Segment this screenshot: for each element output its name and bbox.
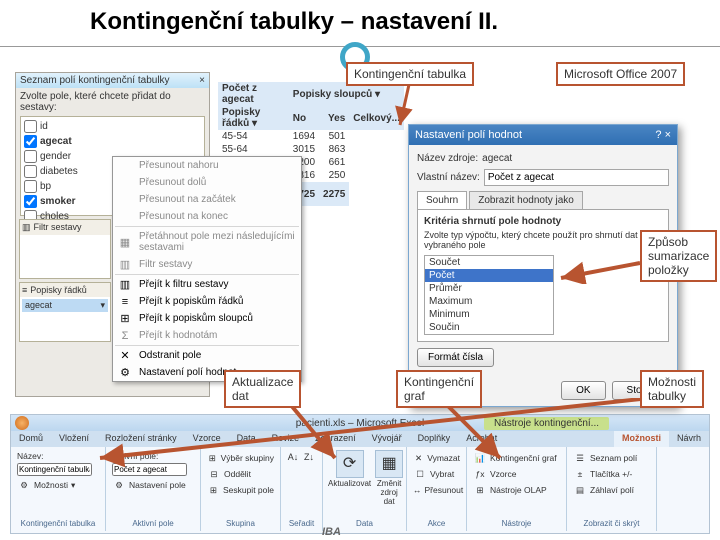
field-settings-button[interactable]: ⚙Nastavení pole <box>111 477 195 493</box>
group-field-button[interactable]: ⊞Seskupit pole <box>206 482 275 498</box>
fieldlist-prompt: Zvolte pole, které chcete přidat do sest… <box>16 88 209 116</box>
summary-function-list[interactable]: SoučetPočetPrůměrMaximumMinimumSoučin <box>424 255 554 335</box>
headers-toggle[interactable]: ▤Záhlaví polí <box>572 482 651 498</box>
menu-item[interactable]: ✕Odstranit pole <box>113 347 301 364</box>
number-format-button[interactable]: Formát čísla <box>417 348 494 367</box>
move-button[interactable]: ↔Přesunout <box>412 482 461 498</box>
callout-refresh: Aktualizace dat <box>224 370 301 408</box>
menu-icon: ✕ <box>117 348 133 364</box>
menu-item: ΣPřejít k hodnotám <box>113 327 301 344</box>
callout-office: Microsoft Office 2007 <box>556 62 685 86</box>
menu-icon: ⊞ <box>117 311 133 327</box>
field-row[interactable]: id <box>23 119 202 134</box>
menu-item: ▥Filtr sestavy <box>113 256 301 273</box>
footer-logo: IBA <box>322 526 341 538</box>
formula-icon: ƒx <box>473 467 487 481</box>
ribbon-tool-tab[interactable]: Návrh <box>669 431 709 447</box>
field-checkbox[interactable] <box>24 120 37 133</box>
tab-show-as[interactable]: Zobrazit hodnoty jako <box>469 191 583 209</box>
ribbon-tab[interactable]: Domů <box>11 431 51 447</box>
summary-function-option[interactable]: Minimum <box>425 308 553 321</box>
menu-icon <box>117 175 133 191</box>
summary-desc: Zvolte typ výpočtu, který chcete použít … <box>424 230 662 250</box>
area-rows[interactable]: ≡Popisky řádkůagecat▾ <box>19 282 111 342</box>
move-icon: ↔ <box>413 483 422 497</box>
menu-item: Přesunout dolů <box>113 174 301 191</box>
plusminus-icon: ± <box>573 467 587 481</box>
settings-icon: ⚙ <box>112 478 126 492</box>
olap-button[interactable]: ⊞Nástroje OLAP <box>472 482 561 498</box>
fieldlist-close-icon[interactable]: × <box>199 75 205 86</box>
summary-function-option[interactable]: Součet <box>425 256 553 269</box>
menu-icon: ▥ <box>117 257 133 273</box>
menu-item[interactable]: ▥Přejít k filtru sestavy <box>113 276 301 293</box>
dialog-close-icon[interactable]: × <box>665 129 671 141</box>
filter-icon: ▥ <box>22 222 31 233</box>
gear-icon: ⚙ <box>17 478 31 492</box>
field-checkbox[interactable] <box>24 195 37 208</box>
select-icon: ☐ <box>413 467 427 481</box>
menu-item[interactable]: ≡Přejít k popiskům řádků <box>113 293 301 310</box>
dialog-title: Nastavení polí hodnot <box>415 129 522 141</box>
src-value: agecat <box>482 153 512 164</box>
summary-section-label: Kritéria shrnutí pole hodnoty <box>424 216 561 227</box>
olap-icon: ⊞ <box>473 483 487 497</box>
summary-function-option[interactable]: Průměr <box>425 282 553 295</box>
field-row[interactable]: agecat <box>23 134 202 149</box>
options-button[interactable]: ⚙Možnosti ▾ <box>16 477 100 493</box>
field-checkbox[interactable] <box>24 180 37 193</box>
group-field-icon: ⊞ <box>207 483 220 497</box>
fieldlist-header: Seznam polí kontingenční tabulky <box>20 75 170 86</box>
menu-icon <box>117 192 133 208</box>
ungroup-icon: ⊟ <box>207 467 221 481</box>
office-button-icon[interactable] <box>15 416 29 430</box>
menu-icon: Σ <box>117 328 133 344</box>
summary-function-option[interactable]: Součin <box>425 321 553 334</box>
menu-item[interactable]: ⊞Přejít k popiskům sloupců <box>113 310 301 327</box>
menu-item: ▦Přetáhnout pole mezi následujícími sest… <box>113 228 301 256</box>
ungroup-button[interactable]: ⊟Oddělit <box>206 466 275 482</box>
pivot-name-input[interactable] <box>17 463 92 476</box>
summary-function-option[interactable]: Maximum <box>425 295 553 308</box>
menu-icon <box>117 158 133 174</box>
dialog-help-icon[interactable]: ? <box>655 129 661 141</box>
menu-item: Přesunout na konec <box>113 208 301 225</box>
page-title: Kontingenční tabulky – nastavení II. <box>90 8 498 36</box>
menu-icon: ⚙ <box>117 365 133 381</box>
src-label: Název zdroje: <box>417 153 478 164</box>
formulas-button[interactable]: ƒxVzorce <box>472 466 561 482</box>
menu-icon: ≡ <box>117 294 133 310</box>
name-label: Vlastní název: <box>417 172 480 183</box>
area-filter[interactable]: ▥Filtr sestavy <box>19 219 111 279</box>
header-icon: ▤ <box>573 483 587 497</box>
context-menu: Přesunout nahoruPřesunout dolůPřesunout … <box>112 156 302 382</box>
buttons-toggle[interactable]: ±Tlačítka +/- <box>572 466 651 482</box>
menu-item: Přesunout na začátek <box>113 191 301 208</box>
summary-function-option[interactable]: Počet <box>425 269 553 282</box>
menu-item: Přesunout nahoru <box>113 157 301 174</box>
select-button[interactable]: ☐Vybrat <box>412 466 461 482</box>
tab-summary[interactable]: Souhrn <box>417 191 467 209</box>
rows-icon: ≡ <box>22 285 27 295</box>
callout-summary: Způsob sumarizace položky <box>640 230 717 282</box>
custom-name-input[interactable] <box>484 169 669 186</box>
callout-pivot-table: Kontingenční tabulka <box>346 62 474 86</box>
menu-icon: ▦ <box>117 234 133 250</box>
field-checkbox[interactable] <box>24 150 37 163</box>
callout-options: Možnosti tabulky <box>640 370 704 408</box>
menu-icon <box>117 209 133 225</box>
menu-icon: ▥ <box>117 277 133 293</box>
field-checkbox[interactable] <box>24 135 37 148</box>
callout-chart: Kontingenční graf <box>396 370 482 408</box>
field-checkbox[interactable] <box>24 165 37 178</box>
